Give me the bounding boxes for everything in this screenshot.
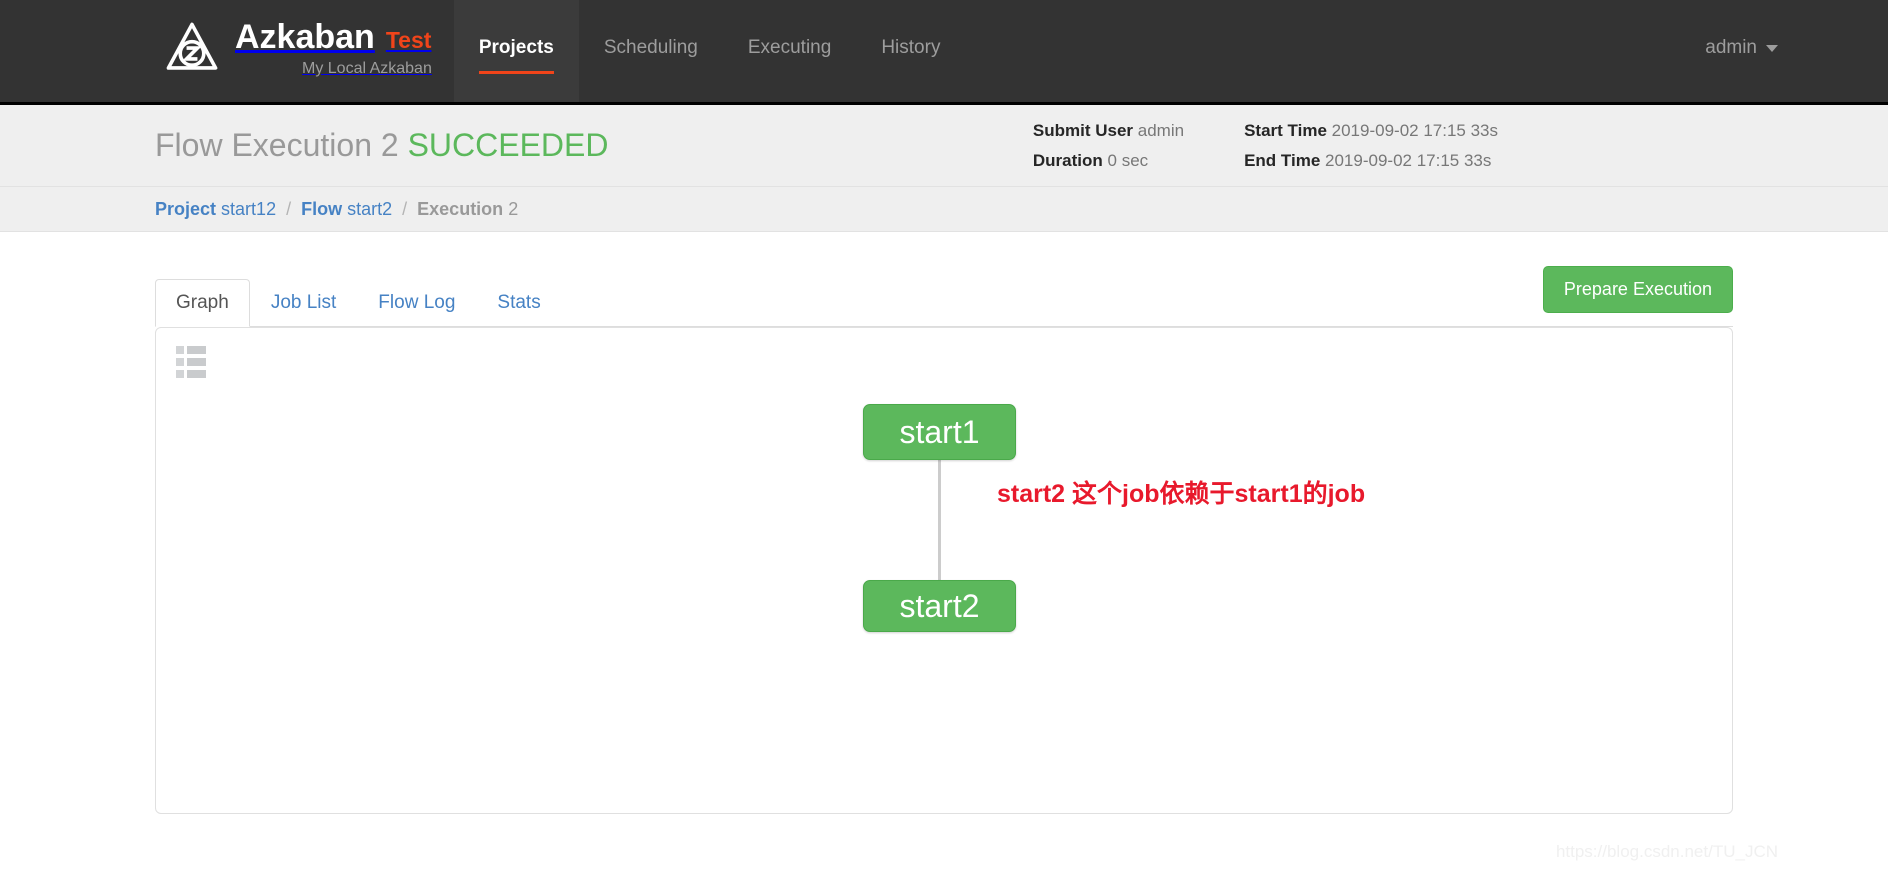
meta-start-time-value: 2019-09-02 17:15 33s <box>1331 120 1498 140</box>
tabs-row: Graph Job List Flow Log Stats Prepare Ex… <box>155 232 1733 327</box>
breadcrumb-bar: Project start12 / Flow start2 / Executio… <box>0 187 1888 232</box>
page-title: Flow Execution 2 SUCCEEDED <box>155 127 608 164</box>
meta-start-time-label: Start Time <box>1244 120 1327 140</box>
breadcrumb-execution-label: Execution <box>417 198 504 219</box>
breadcrumb-project-value: start12 <box>221 198 277 219</box>
breadcrumb-flow-label: Flow <box>301 198 343 219</box>
tab-flow-log[interactable]: Flow Log <box>357 279 476 327</box>
user-menu-button[interactable]: admin <box>1705 37 1778 59</box>
meta-start-time: Start Time 2019-09-02 17:15 33s <box>1244 116 1498 146</box>
meta-column-times: Start Time 2019-09-02 17:15 33s End Time… <box>1244 116 1498 176</box>
meta-end-time-value: 2019-09-02 17:15 33s <box>1325 150 1492 170</box>
breadcrumb-flow-value: start2 <box>347 198 393 219</box>
status-badge: SUCCEEDED <box>407 127 609 163</box>
prepare-execution-button[interactable]: Prepare Execution <box>1542 266 1733 313</box>
nav-item-history[interactable]: History <box>856 0 965 102</box>
meta-end-time: End Time 2019-09-02 17:15 33s <box>1244 146 1498 176</box>
meta-column-user-duration: Submit User admin Duration 0 sec <box>1033 116 1184 176</box>
tab-job-list[interactable]: Job List <box>250 279 357 327</box>
breadcrumb: Project start12 / Flow start2 / Executio… <box>155 199 518 220</box>
execution-header: Flow Execution 2 SUCCEEDED Submit User a… <box>0 105 1888 187</box>
nav-item-executing-label: Executing <box>747 37 832 58</box>
azkaban-logo-icon <box>166 22 218 70</box>
active-tab-underline <box>478 71 554 74</box>
brand-subtitle: My Local Azkaban <box>302 60 432 77</box>
tab-graph[interactable]: Graph <box>155 279 250 327</box>
breadcrumb-project-label: Project <box>155 198 217 219</box>
watermark: https://blog.csdn.net/TU_JCN <box>1555 842 1778 861</box>
breadcrumb-separator: / <box>286 198 292 219</box>
execution-tabs: Graph Job List Flow Log Stats <box>155 278 1733 327</box>
meta-duration: Duration 0 sec <box>1033 146 1184 176</box>
meta-duration-value: 0 sec <box>1107 150 1149 170</box>
breadcrumb-execution-current: Execution 2 <box>417 199 518 220</box>
nav-item-scheduling[interactable]: Scheduling <box>579 0 723 102</box>
breadcrumb-flow-link[interactable]: Flow start2 <box>301 199 392 220</box>
page-title-text: Flow Execution 2 <box>155 127 399 163</box>
top-navbar: Azkaban Test My Local Azkaban Projects S… <box>0 0 1888 105</box>
meta-submit-user-value: admin <box>1137 120 1185 140</box>
breadcrumb-project-link[interactable]: Project start12 <box>155 199 276 220</box>
nav-item-history-label: History <box>881 37 941 58</box>
meta-duration-label: Duration <box>1032 150 1103 170</box>
brand-tag: Test <box>385 27 432 53</box>
brand-name: Azkaban <box>235 18 375 56</box>
meta-submit-user-label: Submit User <box>1032 120 1134 140</box>
brand-home-link[interactable]: Azkaban Test My Local Azkaban <box>0 0 432 102</box>
nav-item-scheduling-label: Scheduling <box>603 37 698 58</box>
chevron-down-icon <box>1766 44 1778 52</box>
graph-panel: start1 start2 start2 这个job依赖于start1的job <box>155 327 1733 814</box>
graph-annotation: start2 这个job依赖于start1的job <box>997 480 1366 508</box>
nav-item-projects[interactable]: Projects <box>453 0 579 102</box>
flow-graph-canvas[interactable]: start1 start2 start2 这个job依赖于start1的job <box>156 328 1732 813</box>
graph-edge-start1-start2 <box>938 460 941 580</box>
main-nav: Projects Scheduling Executing History <box>453 0 966 102</box>
meta-submit-user: Submit User admin <box>1033 116 1184 146</box>
breadcrumb-execution-value: 2 <box>508 198 519 219</box>
tab-stats[interactable]: Stats <box>476 279 561 327</box>
nav-item-projects-label: Projects <box>478 37 554 58</box>
nav-item-executing[interactable]: Executing <box>723 0 856 102</box>
brand-text: Azkaban Test My Local Azkaban <box>235 18 432 78</box>
breadcrumb-separator-2: / <box>402 198 408 219</box>
user-menu-label: admin <box>1705 37 1757 58</box>
navbar-right: admin <box>1705 0 1888 102</box>
main-content: Graph Job List Flow Log Stats Prepare Ex… <box>0 232 1888 814</box>
meta-end-time-label: End Time <box>1244 150 1321 170</box>
graph-node-start2[interactable]: start2 <box>863 580 1016 632</box>
graph-node-start1[interactable]: start1 <box>863 404 1016 460</box>
execution-meta: Submit User admin Duration 0 sec Start T… <box>1033 116 1888 176</box>
